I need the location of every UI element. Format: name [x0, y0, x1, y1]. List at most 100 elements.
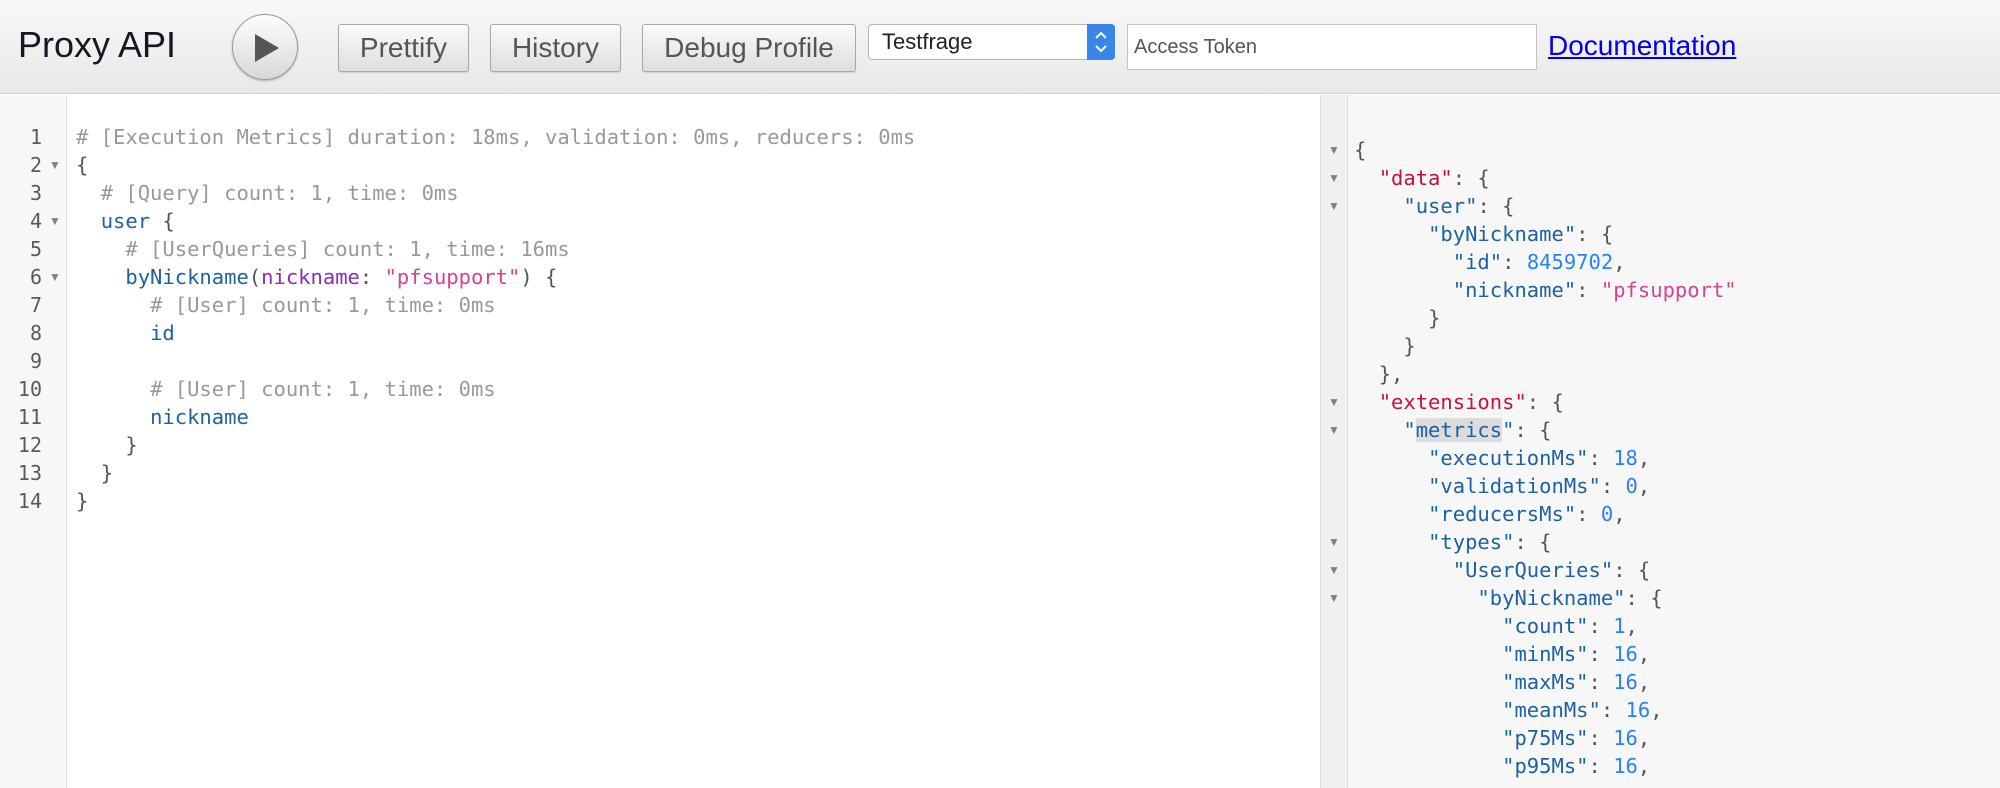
code-token: # [User] count: 1, time: 0ms	[150, 377, 496, 401]
code-token: :	[1588, 446, 1614, 470]
code-token: nickname	[150, 405, 249, 429]
code-token: ,	[1650, 698, 1663, 722]
fold-arrow-icon[interactable]: ▼	[49, 207, 61, 235]
fold-arrow-icon[interactable]: ▼	[1328, 584, 1340, 612]
fold-arrow-icon[interactable]: ▼	[49, 263, 61, 291]
debug-profile-button[interactable]: Debug Profile	[642, 24, 856, 72]
prettify-button[interactable]: Prettify	[338, 24, 469, 72]
query-line: }	[76, 487, 88, 515]
fold-arrow-icon[interactable]: ▼	[1328, 528, 1340, 556]
code-token: :	[1588, 670, 1614, 694]
code-token: ,	[1637, 642, 1651, 666]
query-line: # [UserQueries] count: 1, time: 16ms	[76, 235, 569, 263]
query-line: # [User] count: 1, time: 0ms	[76, 291, 496, 319]
code-token: :	[1502, 250, 1527, 274]
line-number: 3	[29, 181, 42, 205]
line-number: 6	[29, 265, 42, 289]
code-token: }	[125, 433, 138, 457]
documentation-link[interactable]: Documentation	[1548, 30, 1736, 62]
code-token: # [Query] count: 1, time: 0ms	[100, 181, 459, 205]
code-token: : {	[1613, 558, 1651, 582]
code-token: ,	[1637, 726, 1651, 750]
code-token: 16	[1613, 754, 1638, 778]
code-token: 0	[1600, 502, 1614, 526]
fold-arrow-icon[interactable]: ▼	[1328, 164, 1340, 192]
code-token: ,	[1625, 614, 1638, 638]
code-token: "pfsupport"	[384, 265, 521, 289]
result-line: "UserQueries": {	[1354, 556, 1650, 584]
code-token: "byNickname"	[1477, 586, 1626, 610]
code-token: ,	[1637, 670, 1651, 694]
code-token: 16	[1613, 670, 1638, 694]
result-line: }	[1354, 304, 1440, 332]
code-token: # [User] count: 1, time: 0ms	[150, 293, 496, 317]
code-token: 1	[1613, 614, 1626, 638]
query-line: nickname	[76, 403, 249, 431]
code-token: : {	[1477, 194, 1515, 218]
app-title: Proxy API	[18, 24, 177, 65]
line-number: 10	[17, 377, 42, 401]
fold-arrow-icon[interactable]: ▼	[1328, 388, 1340, 416]
code-token: "p75Ms"	[1502, 726, 1589, 750]
code-token: : {	[1576, 222, 1614, 246]
result-line: "types": {	[1354, 528, 1552, 556]
code-token: :	[1588, 754, 1614, 778]
code-token: {	[1354, 138, 1367, 162]
query-select-value: Testfrage	[882, 29, 973, 54]
code-token: "	[1403, 418, 1416, 442]
code-token: : {	[1452, 166, 1490, 190]
result-line: "data": {	[1354, 164, 1490, 192]
code-token: :	[359, 265, 385, 289]
code-token: },	[1378, 362, 1404, 386]
line-number: 12	[17, 433, 42, 457]
history-button[interactable]: History	[490, 24, 621, 72]
fold-arrow-icon[interactable]: ▼	[1328, 192, 1340, 220]
code-token: {	[150, 209, 175, 233]
access-token-input[interactable]	[1127, 24, 1537, 70]
code-token: "types"	[1428, 530, 1515, 554]
code-token: ,	[1637, 754, 1651, 778]
code-token: "validationMs"	[1428, 474, 1601, 498]
fold-arrow-icon[interactable]: ▼	[49, 151, 61, 179]
code-token: "id"	[1452, 250, 1503, 274]
code-token: ,	[1637, 474, 1651, 498]
line-number: 2	[29, 153, 42, 177]
query-select[interactable]: Testfrage	[868, 24, 1115, 60]
run-query-button[interactable]	[232, 14, 298, 80]
result-line: "byNickname": {	[1354, 220, 1613, 248]
toolbar: Proxy API Prettify History Debug Profile…	[0, 0, 2000, 94]
result-line: "meanMs": 16,	[1354, 696, 1663, 724]
result-line: {	[1354, 136, 1366, 164]
code-token: byNickname	[125, 265, 249, 289]
code-token: : {	[1514, 530, 1552, 554]
code-token: "byNickname"	[1428, 222, 1577, 246]
fold-arrow-icon[interactable]: ▼	[1328, 556, 1340, 584]
fold-arrow-icon[interactable]: ▼	[1328, 416, 1340, 444]
code-token: 16	[1613, 642, 1638, 666]
fold-arrow-icon[interactable]: ▼	[1328, 136, 1340, 164]
